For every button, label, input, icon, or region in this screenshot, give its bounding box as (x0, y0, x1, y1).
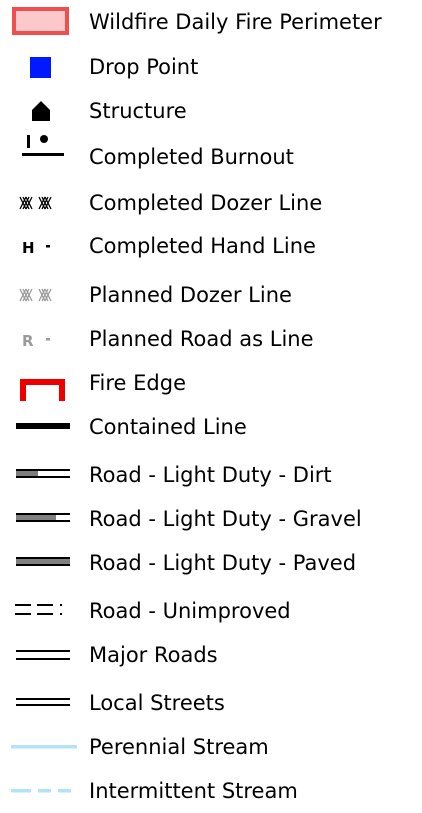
legend-label: Wildfire Daily Fire Perimeter (89, 10, 382, 34)
legend-label: Completed Hand Line (89, 234, 316, 258)
local-streets-icon (16, 698, 70, 706)
contained-line-icon (16, 423, 70, 429)
legend-label: Completed Burnout (89, 145, 294, 169)
road-gravel-icon (16, 513, 70, 522)
road-dirt-icon (16, 469, 70, 478)
legend-item-perennial-stream: Perennial Stream (0, 725, 422, 769)
structure-icon (32, 101, 50, 121)
intermittent-stream-icon (11, 789, 71, 793)
road-unimproved-icon (15, 604, 62, 615)
legend-item-local-streets: Local Streets (0, 681, 422, 725)
legend-item-drop-point: Drop Point (0, 45, 422, 89)
drop-point-square-icon (30, 57, 51, 78)
legend-item-road-dirt: Road - Light Duty - Dirt (0, 453, 422, 497)
fire-perimeter-swatch-icon (12, 7, 69, 35)
legend-label: Contained Line (89, 415, 247, 439)
legend-label: Completed Dozer Line (89, 191, 323, 215)
completed-dozer-line-icon (19, 196, 52, 210)
completed-burnout-icon (22, 135, 64, 156)
fire-edge-icon (20, 379, 65, 401)
legend-item-road-unimproved: Road - Unimproved (0, 589, 422, 633)
completed-hand-line-icon: H (22, 239, 50, 257)
legend-label: Road - Light Duty - Paved (89, 551, 357, 575)
legend-label: Intermittent Stream (89, 779, 298, 803)
legend-item-road-gravel: Road - Light Duty - Gravel (0, 497, 422, 541)
major-roads-icon (16, 650, 70, 660)
perennial-stream-icon (11, 745, 77, 749)
hand-line-letter: H (22, 239, 35, 257)
legend-label: Road - Light Duty - Gravel (89, 507, 362, 531)
legend-item-structure: Structure (0, 89, 422, 133)
legend-label: Drop Point (89, 55, 199, 79)
road-line-letter: R (22, 332, 34, 350)
legend-label: Local Streets (89, 691, 225, 715)
legend-label: Structure (89, 99, 187, 123)
legend-item-planned-dozer-line: Planned Dozer Line (0, 273, 422, 317)
legend-item-major-roads: Major Roads (0, 633, 422, 677)
legend-label: Perennial Stream (89, 735, 269, 759)
legend-label: Planned Dozer Line (89, 283, 292, 307)
legend-item-intermittent-stream: Intermittent Stream (0, 769, 422, 813)
legend-item-completed-hand-line: H Completed Hand Line (0, 224, 422, 268)
legend-item-road-paved: Road - Light Duty - Paved (0, 541, 422, 585)
legend-item-fire-edge: Fire Edge (0, 361, 422, 405)
legend-item-fire-perimeter: Wildfire Daily Fire Perimeter (0, 0, 422, 44)
planned-road-as-line-icon: R (22, 332, 50, 350)
legend-label: Major Roads (89, 643, 218, 667)
road-paved-icon (16, 557, 70, 566)
legend-label: Planned Road as Line (89, 327, 314, 351)
legend-label: Road - Light Duty - Dirt (89, 463, 332, 487)
legend-label: Road - Unimproved (89, 599, 291, 623)
legend-item-planned-road-as-line: R Planned Road as Line (0, 317, 422, 361)
legend-label: Fire Edge (89, 371, 187, 395)
legend-item-completed-dozer-line: Completed Dozer Line (0, 181, 422, 225)
legend-item-contained-line: Contained Line (0, 405, 422, 449)
legend-item-completed-burnout: Completed Burnout (0, 133, 422, 177)
planned-dozer-line-icon (19, 288, 52, 302)
